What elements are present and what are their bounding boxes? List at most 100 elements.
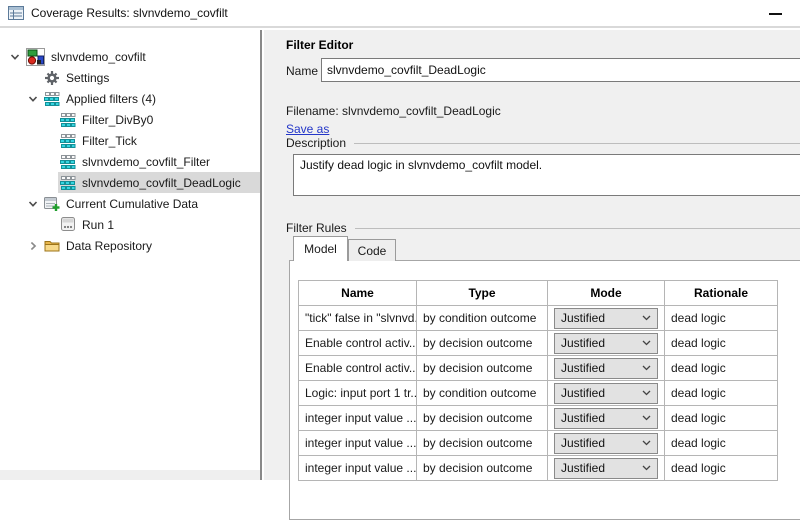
rule-type-cell: by condition outcome <box>417 381 548 406</box>
filter-icon <box>60 155 76 169</box>
tree-item-applied-filters[interactable]: Applied filters (4) <box>0 88 260 109</box>
gear-icon <box>44 70 60 86</box>
tree-item-current-cumulative-data[interactable]: Current Cumulative Data <box>0 193 260 214</box>
tab-code[interactable]: Code <box>348 239 396 261</box>
chevron-right-icon[interactable] <box>24 235 42 256</box>
rule-rationale-cell: dead logic <box>665 356 778 381</box>
filter-name-input[interactable] <box>321 58 800 82</box>
rule-rationale-cell: dead logic <box>665 406 778 431</box>
filter-rules-label: Filter Rules <box>286 221 347 235</box>
tree-item-label: Filter_DivBy0 <box>82 113 153 127</box>
chevron-down-icon <box>642 465 651 471</box>
tree-item-label: Run 1 <box>82 218 114 232</box>
tree-item-filter-tick[interactable]: Filter_Tick <box>0 130 260 151</box>
rule-name-cell: "tick" false in "slvnvd... <box>299 306 417 331</box>
rule-name-cell: Enable control activ... <box>299 331 417 356</box>
rule-rationale-cell: dead logic <box>665 431 778 456</box>
rule-type-cell: by decision outcome <box>417 331 548 356</box>
description-textarea[interactable]: Justify dead logic in slvnvdemo_covfilt … <box>293 154 800 196</box>
table-row[interactable]: "tick" false in "slvnvd... by condition … <box>299 306 778 331</box>
run-icon <box>60 217 76 232</box>
tree-item-label: slvnvdemo_covfilt_DeadLogic <box>82 176 241 190</box>
filter-rules-table: Name Type Mode Rationale "tick" false in… <box>298 280 778 481</box>
mode-dropdown[interactable]: Justified <box>554 358 658 379</box>
rule-name-cell: integer input value ... <box>299 456 417 481</box>
table-row[interactable]: integer input value ... by decision outc… <box>299 431 778 456</box>
column-header-name: Name <box>299 281 417 306</box>
rules-tab-panel: Name Type Mode Rationale "tick" false in… <box>289 260 800 520</box>
rule-type-cell: by condition outcome <box>417 306 548 331</box>
column-header-rationale: Rationale <box>665 281 778 306</box>
tab-model[interactable]: Model <box>293 236 348 261</box>
filter-icon <box>60 176 76 190</box>
tree-item-data-repository[interactable]: Data Repository <box>0 235 260 256</box>
mode-dropdown[interactable]: Justified <box>554 408 658 429</box>
window-titlebar: Coverage Results: slvnvdemo_covfilt <box>0 0 800 28</box>
rule-rationale-cell: dead logic <box>665 306 778 331</box>
filter-icon <box>60 113 76 127</box>
tree-item-settings[interactable]: Settings <box>0 67 260 88</box>
chevron-down-icon[interactable] <box>24 88 42 109</box>
chevron-down-icon <box>642 440 651 446</box>
table-row[interactable]: Logic: input port 1 tr... by condition o… <box>299 381 778 406</box>
chevron-down-icon <box>642 365 651 371</box>
tree-item-covfilt-deadlogic[interactable]: slvnvdemo_covfilt_DeadLogic <box>0 172 260 193</box>
tree-item-label: Filter_Tick <box>82 134 137 148</box>
minimize-button[interactable] <box>764 4 786 24</box>
rule-rationale-cell: dead logic <box>665 381 778 406</box>
description-label: Description <box>286 136 346 150</box>
filter-editor-panel: Filter Editor Name Filename: slvnvdemo_c… <box>264 30 800 480</box>
minimize-icon <box>769 13 782 15</box>
model-icon <box>26 48 45 66</box>
tree-item-filter-divby0[interactable]: Filter_DivBy0 <box>0 109 260 130</box>
column-header-type: Type <box>417 281 548 306</box>
table-row[interactable]: Enable control activ... by decision outc… <box>299 331 778 356</box>
results-tree-panel: slvnvdemo_covfilt Settings <box>0 30 262 480</box>
rule-type-cell: by decision outcome <box>417 406 548 431</box>
name-label: Name <box>286 64 318 78</box>
description-group-divider <box>354 143 800 144</box>
tree-item-label: Current Cumulative Data <box>66 197 198 211</box>
table-header-row: Name Type Mode Rationale <box>299 281 778 306</box>
tree-item-covfilt-filter[interactable]: slvnvdemo_covfilt_Filter <box>0 151 260 172</box>
rule-rationale-cell: dead logic <box>665 331 778 356</box>
tree-item-label: Settings <box>66 71 109 85</box>
rule-name-cell: Logic: input port 1 tr... <box>299 381 417 406</box>
save-as-link[interactable]: Save as <box>286 122 329 136</box>
chevron-down-icon[interactable] <box>6 46 24 67</box>
tree-item-slvnvdemo-covfilt[interactable]: slvnvdemo_covfilt <box>0 46 260 67</box>
chevron-down-icon <box>642 390 651 396</box>
tree-item-run-1[interactable]: Run 1 <box>0 214 260 235</box>
rule-name-cell: integer input value ... <box>299 406 417 431</box>
mode-dropdown[interactable]: Justified <box>554 458 658 479</box>
filter-stack-icon <box>44 92 60 106</box>
chevron-down-icon <box>642 340 651 346</box>
chevron-down-icon <box>642 315 651 321</box>
table-row[interactable]: integer input value ... by decision outc… <box>299 456 778 481</box>
chevron-down-icon <box>642 415 651 421</box>
folder-icon <box>44 239 60 252</box>
rule-type-cell: by decision outcome <box>417 456 548 481</box>
table-row[interactable]: integer input value ... by decision outc… <box>299 406 778 431</box>
chevron-down-icon[interactable] <box>24 193 42 214</box>
rule-rationale-cell: dead logic <box>665 456 778 481</box>
filter-rules-group-divider <box>355 228 800 229</box>
mode-dropdown[interactable]: Justified <box>554 433 658 454</box>
filter-icon <box>60 134 76 148</box>
mode-dropdown[interactable]: Justified <box>554 383 658 404</box>
table-row[interactable]: Enable control activ... by decision outc… <box>299 356 778 381</box>
tree-item-label: slvnvdemo_covfilt_Filter <box>82 155 210 169</box>
twisty-spacer <box>24 67 42 88</box>
tree-scrollbar-track <box>0 470 260 480</box>
rule-name-cell: integer input value ... <box>299 431 417 456</box>
column-header-mode: Mode <box>548 281 665 306</box>
mode-dropdown[interactable]: Justified <box>554 308 658 329</box>
tree-item-label: Data Repository <box>66 239 152 253</box>
filename-text: Filename: slvnvdemo_covfilt_DeadLogic <box>286 104 501 118</box>
coverage-results-icon <box>8 6 24 20</box>
rule-name-cell: Enable control activ... <box>299 356 417 381</box>
rule-type-cell: by decision outcome <box>417 431 548 456</box>
mode-dropdown[interactable]: Justified <box>554 333 658 354</box>
rule-type-cell: by decision outcome <box>417 356 548 381</box>
tree-item-label: slvnvdemo_covfilt <box>51 50 146 64</box>
